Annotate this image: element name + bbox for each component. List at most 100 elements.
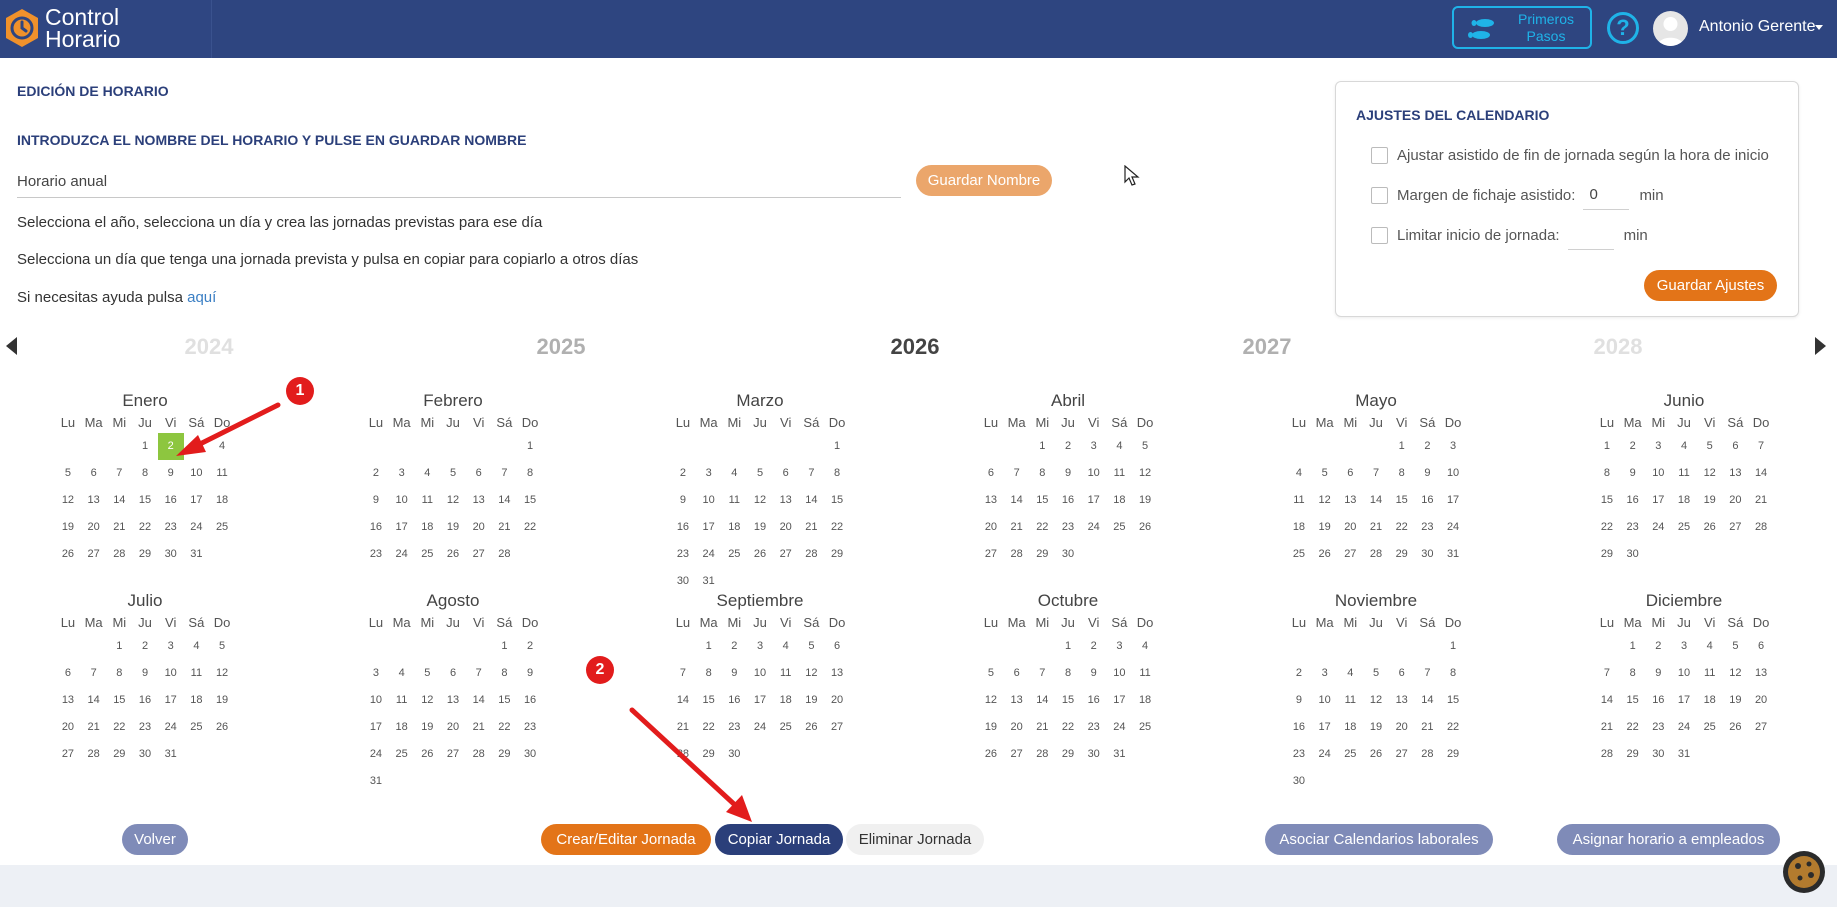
day-cell[interactable]: 19 <box>414 714 440 741</box>
day-cell[interactable]: 4 <box>1697 633 1723 660</box>
day-cell[interactable]: 25 <box>1671 514 1697 541</box>
day-cell[interactable]: 29 <box>1620 741 1646 768</box>
day-cell[interactable]: 24 <box>389 541 415 568</box>
day-cell[interactable]: 10 <box>1645 460 1671 487</box>
year-2026[interactable]: 2026 <box>865 334 965 360</box>
day-cell[interactable]: 8 <box>824 460 850 487</box>
day-cell[interactable]: 28 <box>670 741 696 768</box>
day-cell[interactable]: 26 <box>1312 541 1338 568</box>
day-cell[interactable]: 12 <box>1723 660 1749 687</box>
day-cell[interactable]: 14 <box>81 687 107 714</box>
day-cell[interactable]: 8 <box>106 660 132 687</box>
day-cell[interactable]: 30 <box>1286 768 1312 795</box>
day-cell[interactable]: 7 <box>1415 660 1441 687</box>
day-cell[interactable]: 19 <box>747 514 773 541</box>
day-cell[interactable]: 21 <box>1415 714 1441 741</box>
day-cell[interactable]: 15 <box>492 687 518 714</box>
day-cell[interactable]: 15 <box>696 687 722 714</box>
day-cell[interactable]: 28 <box>1004 541 1030 568</box>
day-cell[interactable]: 30 <box>721 741 747 768</box>
day-cell[interactable]: 2 <box>363 460 389 487</box>
day-cell[interactable]: 6 <box>1389 660 1415 687</box>
day-cell[interactable]: 24 <box>1671 714 1697 741</box>
day-cell[interactable]: 9 <box>670 487 696 514</box>
day-cell[interactable]: 7 <box>81 660 107 687</box>
day-cell[interactable]: 31 <box>158 741 184 768</box>
day-cell[interactable]: 19 <box>1312 514 1338 541</box>
day-cell[interactable]: 16 <box>1620 487 1646 514</box>
day-cell[interactable]: 20 <box>81 514 107 541</box>
day-cell[interactable]: 7 <box>670 660 696 687</box>
day-cell[interactable]: 8 <box>1029 460 1055 487</box>
day-cell[interactable]: 5 <box>799 633 825 660</box>
day-cell[interactable]: 13 <box>81 487 107 514</box>
day-cell[interactable]: 6 <box>1004 660 1030 687</box>
day-cell[interactable]: 15 <box>517 487 543 514</box>
day-cell[interactable]: 1 <box>1389 433 1415 460</box>
day-cell[interactable]: 8 <box>132 460 158 487</box>
day-cell[interactable]: 10 <box>1081 460 1107 487</box>
day-cell[interactable]: 17 <box>363 714 389 741</box>
day-cell[interactable]: 10 <box>1312 687 1338 714</box>
day-cell[interactable]: 4 <box>1286 460 1312 487</box>
day-cell[interactable]: 17 <box>1107 687 1133 714</box>
day-cell[interactable]: 17 <box>1671 687 1697 714</box>
cookie-icon[interactable] <box>1782 850 1826 894</box>
brand[interactable]: Control Horario <box>0 0 212 58</box>
day-cell[interactable]: 30 <box>1055 541 1081 568</box>
day-cell[interactable]: 9 <box>1645 660 1671 687</box>
day-cell[interactable]: 3 <box>1645 433 1671 460</box>
day-cell[interactable]: 7 <box>1029 660 1055 687</box>
day-cell[interactable]: 29 <box>132 541 158 568</box>
day-cell[interactable]: 22 <box>517 514 543 541</box>
day-cell[interactable]: 5 <box>55 460 81 487</box>
day-cell[interactable]: 31 <box>184 541 210 568</box>
day-cell[interactable]: 20 <box>1004 714 1030 741</box>
day-cell[interactable]: 11 <box>1286 487 1312 514</box>
day-cell[interactable]: 2 <box>132 633 158 660</box>
day-cell[interactable]: 27 <box>1748 714 1774 741</box>
day-cell[interactable]: 18 <box>184 687 210 714</box>
day-cell[interactable]: 29 <box>1029 541 1055 568</box>
day-cell[interactable]: 10 <box>363 687 389 714</box>
day-cell[interactable]: 4 <box>209 433 235 460</box>
day-cell[interactable]: 28 <box>466 741 492 768</box>
day-cell[interactable]: 12 <box>799 660 825 687</box>
day-cell[interactable]: 1 <box>696 633 722 660</box>
day-cell[interactable]: 11 <box>773 660 799 687</box>
day-cell[interactable]: 20 <box>466 514 492 541</box>
day-cell[interactable]: 11 <box>1671 460 1697 487</box>
day-cell[interactable]: 22 <box>1594 514 1620 541</box>
day-cell[interactable]: 25 <box>209 514 235 541</box>
day-cell[interactable]: 10 <box>1440 460 1466 487</box>
day-cell[interactable]: 19 <box>209 687 235 714</box>
day-cell[interactable]: 10 <box>696 487 722 514</box>
day-cell[interactable]: 4 <box>1671 433 1697 460</box>
day-cell[interactable]: 15 <box>132 487 158 514</box>
day-cell[interactable]: 9 <box>1415 460 1441 487</box>
adjust-end-checkbox[interactable] <box>1371 146 1388 164</box>
day-cell[interactable]: 24 <box>1440 514 1466 541</box>
day-cell[interactable]: 6 <box>773 460 799 487</box>
day-cell[interactable]: 19 <box>1697 487 1723 514</box>
day-cell[interactable]: 15 <box>1055 687 1081 714</box>
day-cell[interactable]: 3 <box>184 433 210 460</box>
day-cell[interactable]: 21 <box>466 714 492 741</box>
day-cell[interactable]: 20 <box>1389 714 1415 741</box>
day-cell[interactable]: 5 <box>1723 633 1749 660</box>
day-cell[interactable]: 9 <box>363 487 389 514</box>
day-cell[interactable]: 16 <box>1081 687 1107 714</box>
day-cell[interactable]: 28 <box>81 741 107 768</box>
day-cell[interactable]: 8 <box>1389 460 1415 487</box>
day-cell[interactable]: 4 <box>1337 660 1363 687</box>
day-cell[interactable]: 18 <box>389 714 415 741</box>
year-2024[interactable]: 2024 <box>159 334 259 360</box>
day-cell[interactable]: 31 <box>1671 741 1697 768</box>
day-cell[interactable]: 17 <box>696 514 722 541</box>
day-cell[interactable]: 19 <box>1363 714 1389 741</box>
day-cell[interactable]: 24 <box>1312 741 1338 768</box>
copy-shift-button[interactable]: Copiar Jornada <box>715 824 843 855</box>
day-cell[interactable]: 24 <box>363 741 389 768</box>
day-cell[interactable]: 5 <box>1363 660 1389 687</box>
day-cell[interactable]: 21 <box>1748 487 1774 514</box>
